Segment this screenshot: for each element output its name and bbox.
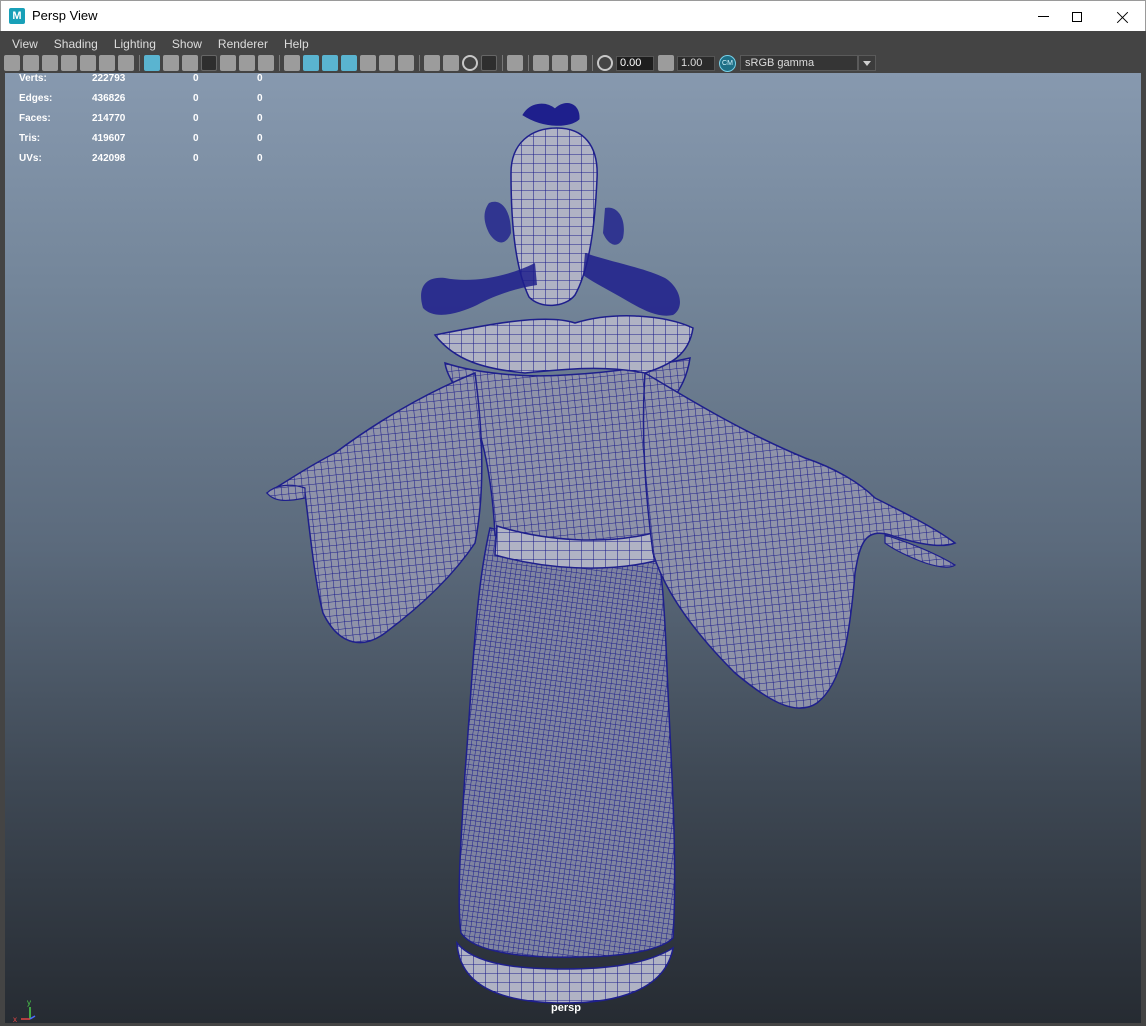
toolbar-divider bbox=[279, 55, 280, 71]
use-all-lights-icon[interactable] bbox=[379, 55, 395, 71]
color-management-toggle[interactable]: CM bbox=[719, 54, 736, 72]
wireframe-on-shaded-icon[interactable] bbox=[341, 55, 357, 71]
hud-label: Tris: bbox=[19, 133, 41, 144]
menu-show[interactable]: Show bbox=[164, 37, 210, 51]
exposure-icon[interactable] bbox=[597, 55, 613, 71]
hud-label: UVs: bbox=[19, 153, 42, 164]
hud-row-verts: Verts: 222793 0 0 bbox=[5, 73, 285, 87]
hud-value: 214770 bbox=[92, 113, 126, 124]
safe-title-icon[interactable] bbox=[258, 55, 274, 71]
default-material-icon[interactable] bbox=[322, 55, 338, 71]
axis-label-y: y bbox=[27, 999, 31, 1007]
safe-action-icon[interactable] bbox=[239, 55, 255, 71]
film-gate-icon[interactable] bbox=[163, 55, 179, 71]
window-title: Persp View bbox=[32, 8, 98, 23]
gamma-icon[interactable] bbox=[658, 55, 674, 71]
grease-pencil-icon[interactable] bbox=[80, 55, 96, 71]
hud-selected-count: 0 bbox=[193, 93, 199, 104]
hud-value: 436826 bbox=[92, 93, 126, 104]
chevron-down-icon[interactable] bbox=[858, 55, 876, 71]
collar bbox=[433, 315, 694, 374]
maximize-button[interactable] bbox=[1054, 1, 1100, 32]
hud-label: Edges: bbox=[19, 93, 53, 104]
hud-value: 222793 bbox=[92, 73, 126, 84]
xray-joints-icon[interactable] bbox=[571, 55, 587, 71]
grid-icon[interactable] bbox=[144, 55, 160, 71]
hud-component-count: 0 bbox=[257, 153, 263, 164]
toolbar-divider bbox=[139, 55, 140, 71]
hud-selected-count: 0 bbox=[193, 113, 199, 124]
anti-aliasing-icon[interactable] bbox=[462, 55, 478, 71]
hud-component-count: 0 bbox=[257, 113, 263, 124]
wireframe-icon[interactable] bbox=[284, 55, 300, 71]
smooth-shade-icon[interactable] bbox=[303, 55, 319, 71]
maya-app-icon: M bbox=[9, 8, 25, 24]
shadows-icon[interactable] bbox=[398, 55, 414, 71]
camera-attributes-icon[interactable] bbox=[23, 55, 39, 71]
hud-component-count: 0 bbox=[257, 73, 263, 84]
maximize-icon bbox=[1072, 11, 1082, 22]
close-button[interactable] bbox=[1100, 1, 1146, 32]
bookmarks-icon[interactable] bbox=[42, 55, 58, 71]
close-icon bbox=[1117, 11, 1129, 23]
hud-component-count: 0 bbox=[257, 133, 263, 144]
select-camera-icon[interactable] bbox=[4, 55, 20, 71]
left-tassel bbox=[421, 263, 537, 315]
screen-space-ao-icon[interactable] bbox=[424, 55, 440, 71]
pencil-icon[interactable] bbox=[118, 55, 134, 71]
toolbar-divider bbox=[528, 55, 529, 71]
menu-view[interactable]: View bbox=[4, 37, 46, 51]
persp-viewport[interactable]: Verts: 222793 0 0 Edges: 436826 0 0 Face… bbox=[5, 73, 1141, 1023]
hud-selected-count: 0 bbox=[193, 133, 199, 144]
isolate-select-icon[interactable] bbox=[507, 55, 523, 71]
depth-of-field-icon[interactable] bbox=[481, 55, 497, 71]
gamma-field[interactable]: 1.00 bbox=[677, 55, 715, 71]
hud-row-faces: Faces: 214770 0 0 bbox=[5, 113, 285, 127]
xray-active-components-icon[interactable] bbox=[552, 55, 568, 71]
hud-value: 419607 bbox=[92, 133, 126, 144]
hud-selected-count: 0 bbox=[193, 153, 199, 164]
2d-pan-zoom-icon[interactable] bbox=[99, 55, 115, 71]
robe-body bbox=[458, 527, 676, 958]
toolbar-divider bbox=[502, 55, 503, 71]
textured-icon[interactable] bbox=[360, 55, 376, 71]
hud-row-edges: Edges: 436826 0 0 bbox=[5, 93, 285, 107]
minimize-icon bbox=[1037, 16, 1049, 17]
hud-label: Faces: bbox=[19, 113, 51, 124]
resolution-gate-icon[interactable] bbox=[182, 55, 198, 71]
left-sleeve bbox=[265, 371, 483, 644]
hud-row-tris: Tris: 419607 0 0 bbox=[5, 133, 285, 147]
panel-frame: View Shading Lighting Show Renderer Help bbox=[0, 31, 1146, 1026]
exposure-field[interactable]: 0.00 bbox=[616, 55, 654, 71]
menu-renderer[interactable]: Renderer bbox=[210, 37, 276, 51]
camera-name-label: persp bbox=[551, 1002, 581, 1014]
menu-help[interactable]: Help bbox=[276, 37, 317, 51]
wireframe-figure bbox=[265, 103, 957, 1004]
view-transform-select[interactable]: sRGB gamma bbox=[740, 55, 858, 71]
xray-icon[interactable] bbox=[533, 55, 549, 71]
hud-component-count: 0 bbox=[257, 93, 263, 104]
motion-blur-icon[interactable] bbox=[443, 55, 459, 71]
toolbar-divider bbox=[419, 55, 420, 71]
gate-mask-icon[interactable] bbox=[201, 55, 217, 71]
hud-selected-count: 0 bbox=[193, 73, 199, 84]
menu-lighting[interactable]: Lighting bbox=[106, 37, 164, 51]
hud-row-uvs: UVs: 242098 0 0 bbox=[5, 153, 285, 167]
toolbar-divider bbox=[592, 55, 593, 71]
image-plane-icon[interactable] bbox=[61, 55, 77, 71]
view-axis-icon: y x bbox=[13, 999, 36, 1023]
axis-label-x: x bbox=[13, 1015, 17, 1023]
headdress bbox=[522, 103, 580, 126]
panel-menubar: View Shading Lighting Show Renderer Help bbox=[4, 34, 317, 54]
hud-label: Verts: bbox=[19, 73, 47, 84]
menu-shading[interactable]: Shading bbox=[46, 37, 106, 51]
window-titlebar[interactable]: M Persp View bbox=[0, 0, 1146, 31]
left-hand bbox=[266, 484, 306, 501]
field-chart-icon[interactable] bbox=[220, 55, 236, 71]
hud-value: 242098 bbox=[92, 153, 126, 164]
panel-toolbar: 0.00 1.00 CM sRGB gamma bbox=[4, 53, 1142, 73]
right-tassel bbox=[583, 253, 680, 316]
right-sleeve bbox=[642, 371, 957, 709]
